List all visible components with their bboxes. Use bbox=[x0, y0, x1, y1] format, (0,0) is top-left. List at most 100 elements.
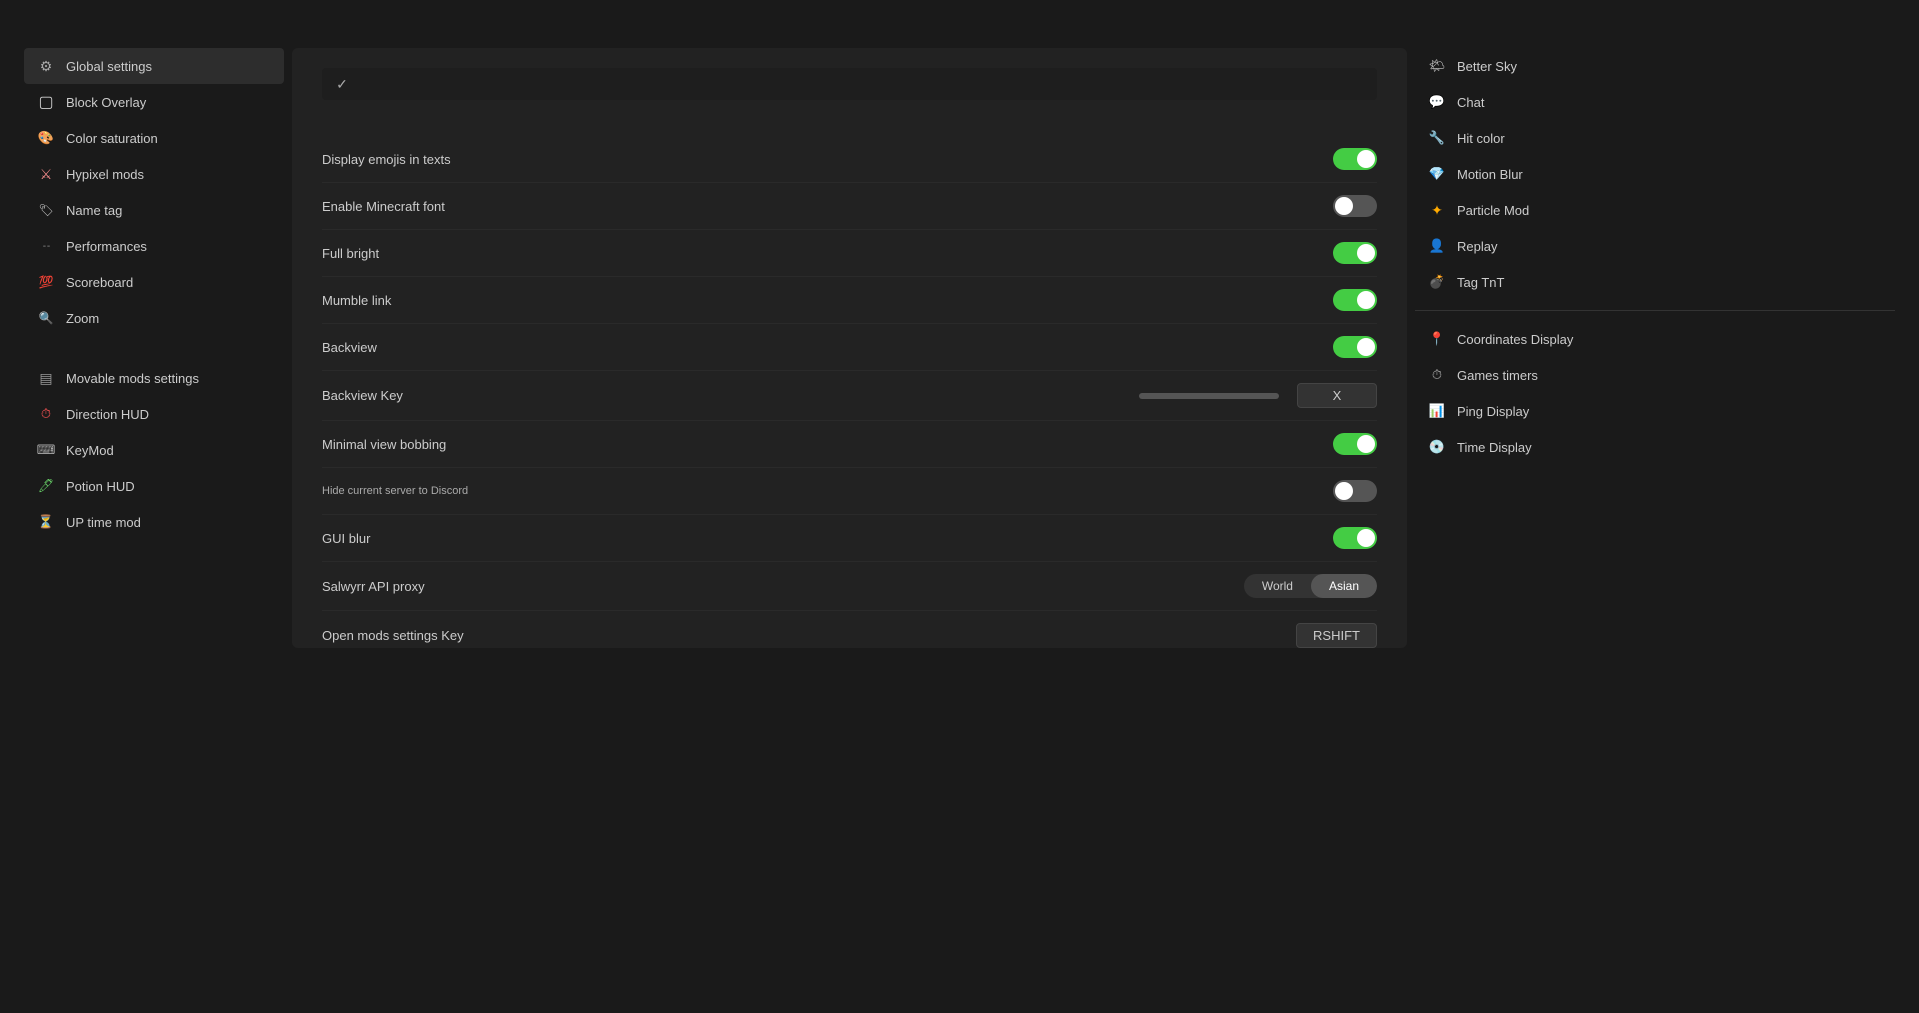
sidebar-item-hypixel-mods[interactable]: Hypixel mods bbox=[24, 156, 284, 192]
sidebar-label-hypixel-mods: Hypixel mods bbox=[66, 167, 144, 182]
sidebar-label-name-tag: Name tag bbox=[66, 203, 122, 218]
sidebar-item-direction-hud[interactable]: Direction HUD bbox=[24, 396, 284, 432]
toggle-knob-full-bright bbox=[1357, 244, 1375, 262]
sidebar-label-keymod: KeyMod bbox=[66, 443, 114, 458]
right-label-tag-tnt: Tag TnT bbox=[1457, 275, 1504, 290]
right-item-tag-tnt[interactable]: Tag TnT bbox=[1415, 264, 1895, 300]
sidebar-label-direction-hud: Direction HUD bbox=[66, 407, 149, 422]
key-input-backview-key[interactable]: X bbox=[1297, 383, 1377, 408]
key-input-open-mods-key[interactable]: RSHIFT bbox=[1296, 623, 1377, 648]
right-item-chat[interactable]: Chat bbox=[1415, 84, 1895, 120]
sidebar-item-global-settings[interactable]: Global settings bbox=[24, 48, 284, 84]
chat-icon bbox=[1427, 92, 1447, 112]
proxy-selector-salwyrr-api-proxy: WorldAsian bbox=[1244, 574, 1377, 598]
tagtnt-icon bbox=[1427, 272, 1447, 292]
pingdisp-icon bbox=[1427, 401, 1447, 421]
sky-icon bbox=[1427, 56, 1447, 76]
block-icon bbox=[36, 92, 56, 112]
setting-label-minimal-view-bobbing: Minimal view bobbing bbox=[322, 437, 446, 452]
movable-icon bbox=[36, 368, 56, 388]
right-item-ping-display[interactable]: Ping Display bbox=[1415, 393, 1895, 429]
color-icon bbox=[36, 128, 56, 148]
toggle-mumble-link[interactable] bbox=[1333, 289, 1377, 311]
sidebar-label-zoom: Zoom bbox=[66, 311, 99, 326]
particle-icon bbox=[1427, 200, 1447, 220]
main-layout: Global settings Block Overlay Color satura… bbox=[0, 48, 1919, 981]
right-item-coordinates-display[interactable]: Coordinates Display bbox=[1415, 321, 1895, 357]
setting-label-backview: Backview bbox=[322, 340, 377, 355]
toggle-backview[interactable] bbox=[1333, 336, 1377, 358]
right-item-games-timers[interactable]: Games timers bbox=[1415, 357, 1895, 393]
timedisp-icon bbox=[1427, 437, 1447, 457]
left-sidebar-group2: Movable mods settings Direction HUD KeyMod… bbox=[24, 360, 284, 540]
sidebar-item-color-saturation[interactable]: Color saturation bbox=[24, 120, 284, 156]
proxy-option-asian[interactable]: Asian bbox=[1311, 574, 1377, 598]
potion-icon bbox=[36, 476, 56, 496]
setting-row-backview: Backview bbox=[322, 324, 1377, 371]
slider-backview-key[interactable] bbox=[1139, 393, 1279, 399]
toggle-minimal-view-bobbing[interactable] bbox=[1333, 433, 1377, 455]
setting-label-backview-key: Backview Key bbox=[322, 388, 403, 403]
toggle-hide-current-server[interactable] bbox=[1333, 480, 1377, 502]
sidebar-item-zoom[interactable]: Zoom bbox=[24, 300, 284, 336]
keymod-icon bbox=[36, 440, 56, 460]
toggle-display-emojis[interactable] bbox=[1333, 148, 1377, 170]
right-item-motion-blur[interactable]: Motion Blur bbox=[1415, 156, 1895, 192]
setting-label-mumble-link: Mumble link bbox=[322, 293, 391, 308]
right-label-coordinates-display: Coordinates Display bbox=[1457, 332, 1573, 347]
nametag-icon bbox=[36, 200, 56, 220]
left-sidebar-group1: Global settings Block Overlay Color satura… bbox=[24, 48, 284, 336]
sidebar-item-name-tag[interactable]: Name tag bbox=[24, 192, 284, 228]
sidebar-item-keymod[interactable]: KeyMod bbox=[24, 432, 284, 468]
sidebar-label-global-settings: Global settings bbox=[66, 59, 152, 74]
sidebar-label-uptime-mod: UP time mod bbox=[66, 515, 141, 530]
toggle-knob-minimal-view-bobbing bbox=[1357, 435, 1375, 453]
proxy-option-world[interactable]: World bbox=[1244, 574, 1311, 598]
anim-icon bbox=[332, 74, 352, 94]
setting-label-full-bright: Full bright bbox=[322, 246, 379, 261]
right-item-hit-color[interactable]: Hit color bbox=[1415, 120, 1895, 156]
sidebar-item-uptime-mod[interactable]: UP time mod bbox=[24, 504, 284, 540]
right-item-better-sky[interactable]: Better Sky bbox=[1415, 48, 1895, 84]
setting-row-enable-minecraft-font: Enable Minecraft font bbox=[322, 183, 1377, 230]
right-label-particle-mod: Particle Mod bbox=[1457, 203, 1529, 218]
hypixel-icon bbox=[36, 164, 56, 184]
setting-row-full-bright: Full bright bbox=[322, 230, 1377, 277]
gamestimer-icon bbox=[1427, 365, 1447, 385]
score-icon bbox=[36, 272, 56, 292]
setting-row-mumble-link: Mumble link bbox=[322, 277, 1377, 324]
right-label-motion-blur: Motion Blur bbox=[1457, 167, 1523, 182]
sidebar-label-color-saturation: Color saturation bbox=[66, 131, 158, 146]
sidebar-item-movable-mods[interactable]: Movable mods settings bbox=[24, 360, 284, 396]
sidebar-label-performances: Performances bbox=[66, 239, 147, 254]
coord-icon bbox=[1427, 329, 1447, 349]
sidebar-item-performances[interactable]: Performances bbox=[24, 228, 284, 264]
right-label-games-timers: Games timers bbox=[1457, 368, 1538, 383]
settings-list: Display emojis in texts Enable Minecraft … bbox=[322, 136, 1377, 648]
toggle-enable-minecraft-font[interactable] bbox=[1333, 195, 1377, 217]
sidebar-item-potion-hud[interactable]: Potion HUD bbox=[24, 468, 284, 504]
setting-row-minimal-view-bobbing: Minimal view bobbing bbox=[322, 421, 1377, 468]
right-label-replay: Replay bbox=[1457, 239, 1497, 254]
uptime-icon bbox=[36, 512, 56, 532]
gear-icon bbox=[36, 56, 56, 76]
toggle-knob-backview bbox=[1357, 338, 1375, 356]
right-item-particle-mod[interactable]: Particle Mod bbox=[1415, 192, 1895, 228]
sidebar-item-block-overlay[interactable]: Block Overlay bbox=[24, 84, 284, 120]
anim-row bbox=[322, 68, 1377, 100]
perf-icon bbox=[36, 236, 56, 256]
setting-row-gui-blur: GUI blur bbox=[322, 515, 1377, 562]
toggle-full-bright[interactable] bbox=[1333, 242, 1377, 264]
header bbox=[0, 0, 1919, 28]
center-panel: Display emojis in texts Enable Minecraft … bbox=[292, 48, 1407, 648]
setting-label-display-emojis: Display emojis in texts bbox=[322, 152, 451, 167]
sidebar-label-movable-mods: Movable mods settings bbox=[66, 371, 199, 386]
zoom-icon bbox=[36, 308, 56, 328]
sidebar-label-potion-hud: Potion HUD bbox=[66, 479, 135, 494]
right-item-time-display[interactable]: Time Display bbox=[1415, 429, 1895, 465]
left-sidebar: Global settings Block Overlay Color satura… bbox=[24, 48, 284, 981]
key-slider-control-backview-key: X bbox=[1139, 383, 1377, 408]
right-item-replay[interactable]: Replay bbox=[1415, 228, 1895, 264]
toggle-gui-blur[interactable] bbox=[1333, 527, 1377, 549]
sidebar-item-scoreboard[interactable]: Scoreboard bbox=[24, 264, 284, 300]
